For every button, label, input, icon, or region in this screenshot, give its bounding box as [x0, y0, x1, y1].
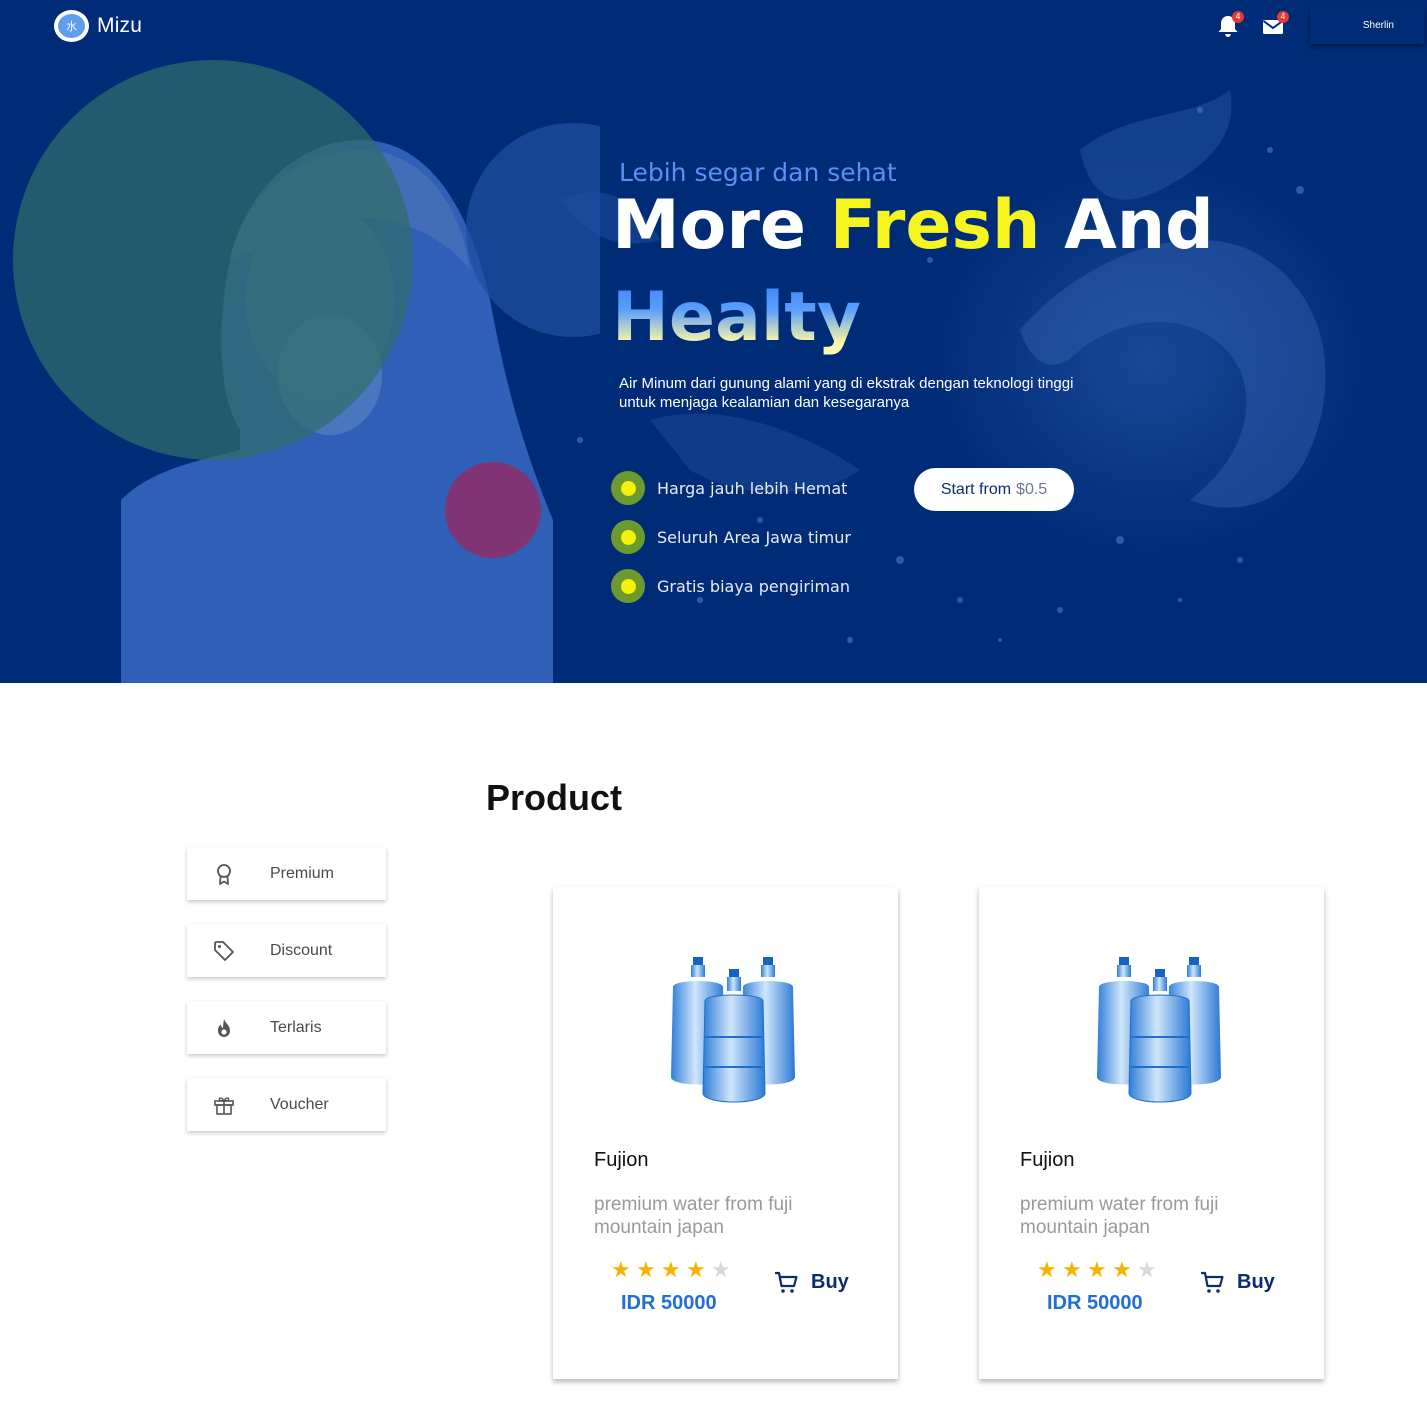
- top-navbar: 水 Mizu 4 4 Sherlin: [0, 0, 1427, 52]
- bullet-icon: [611, 520, 645, 554]
- product-card[interactable]: Fujion premium water from fuji mountain …: [979, 887, 1324, 1379]
- cta-price: $0.5: [1016, 480, 1048, 498]
- notification-count-badge: 4: [1232, 11, 1244, 23]
- start-from-button[interactable]: Start from $0.5: [914, 468, 1074, 511]
- buy-button[interactable]: Buy: [1199, 1269, 1275, 1295]
- star-icon: ★: [1062, 1258, 1082, 1283]
- category-voucher[interactable]: Voucher: [187, 1078, 386, 1131]
- star-icon: ★: [686, 1258, 706, 1283]
- hero-description: Air Minum dari gunung alami yang di ekst…: [619, 375, 1074, 411]
- bullet-icon: [611, 471, 645, 505]
- product-rating: ★ ★ ★ ★ ★: [611, 1258, 736, 1283]
- category-label: Voucher: [270, 1095, 329, 1113]
- hero-section: 水 Mizu 4 4 Sherlin Lebih segar dan sehat…: [0, 0, 1427, 683]
- hero-subtitle: Lebih segar dan sehat: [619, 158, 897, 187]
- cta-label: Start from: [940, 480, 1012, 498]
- award-icon: [217, 863, 231, 885]
- cart-icon: [1201, 1271, 1224, 1293]
- logo-mark: 水: [54, 10, 89, 42]
- buy-label: Buy: [811, 1270, 849, 1293]
- feature-item: Harga jauh lebih Hemat: [611, 471, 847, 505]
- product-card[interactable]: Fujion premium water from fuji mountain …: [553, 887, 898, 1379]
- logo-glyph: 水: [58, 14, 85, 38]
- water-gallon-image: [671, 957, 795, 1103]
- buy-button[interactable]: Buy: [773, 1269, 849, 1295]
- product-heading: Product: [486, 777, 623, 818]
- product-rating: ★ ★ ★ ★ ★: [1037, 1258, 1162, 1283]
- user-menu[interactable]: Sherlin: [1310, 6, 1424, 44]
- product-description: premium water from fuji mountain japan: [1020, 1194, 1219, 1238]
- fire-icon: [218, 1018, 230, 1037]
- woman-drinking-image: [13, 60, 600, 683]
- category-label: Discount: [270, 941, 333, 959]
- star-empty-icon: ★: [711, 1258, 731, 1283]
- gift-icon: [214, 1096, 234, 1115]
- star-icon: ★: [611, 1258, 631, 1283]
- feature-label: Gratis biaya pengiriman: [657, 576, 850, 596]
- category-label: Premium: [270, 864, 335, 882]
- category-label: Terlaris: [270, 1018, 322, 1036]
- star-icon: ★: [636, 1258, 656, 1283]
- user-name: Sherlin: [1362, 19, 1394, 31]
- feature-item: Seluruh Area Jawa timur: [611, 520, 851, 554]
- app-name: Mizu: [97, 14, 143, 37]
- hero-title-line2: Healty: [612, 278, 862, 357]
- star-icon: ★: [1087, 1258, 1107, 1283]
- bullet-icon: [611, 569, 645, 603]
- category-discount[interactable]: Discount: [187, 924, 386, 977]
- water-gallon-image: [1097, 957, 1221, 1103]
- messages-button[interactable]: 4: [1259, 11, 1289, 40]
- feature-label: Harga jauh lebih Hemat: [657, 478, 848, 498]
- hero-title-part1: More: [612, 186, 807, 265]
- star-icon: ★: [1037, 1258, 1057, 1283]
- buy-label: Buy: [1237, 1270, 1275, 1293]
- product-price: IDR 50000: [1047, 1292, 1143, 1314]
- product-description: premium water from fuji mountain japan: [594, 1194, 793, 1238]
- product-price: IDR 50000: [621, 1292, 717, 1314]
- notifications-button[interactable]: 4: [1214, 11, 1244, 40]
- cart-icon: [775, 1271, 798, 1293]
- hero-title: More Fresh And: [612, 186, 1214, 266]
- tag-icon: [214, 940, 234, 961]
- star-icon: ★: [1112, 1258, 1132, 1283]
- hero-title-highlight: Fresh: [829, 186, 1041, 265]
- star-icon: ★: [661, 1258, 681, 1283]
- product-name: Fujion: [1020, 1149, 1075, 1171]
- logo[interactable]: 水 Mizu: [54, 10, 142, 42]
- hero-title-part2: And: [1064, 186, 1214, 265]
- feature-item: Gratis biaya pengiriman: [611, 569, 850, 603]
- category-terlaris[interactable]: Terlaris: [187, 1001, 386, 1054]
- message-count-badge: 4: [1277, 11, 1289, 23]
- star-empty-icon: ★: [1137, 1258, 1157, 1283]
- category-premium[interactable]: Premium: [187, 847, 386, 900]
- product-name: Fujion: [594, 1149, 649, 1171]
- feature-label: Seluruh Area Jawa timur: [657, 527, 851, 547]
